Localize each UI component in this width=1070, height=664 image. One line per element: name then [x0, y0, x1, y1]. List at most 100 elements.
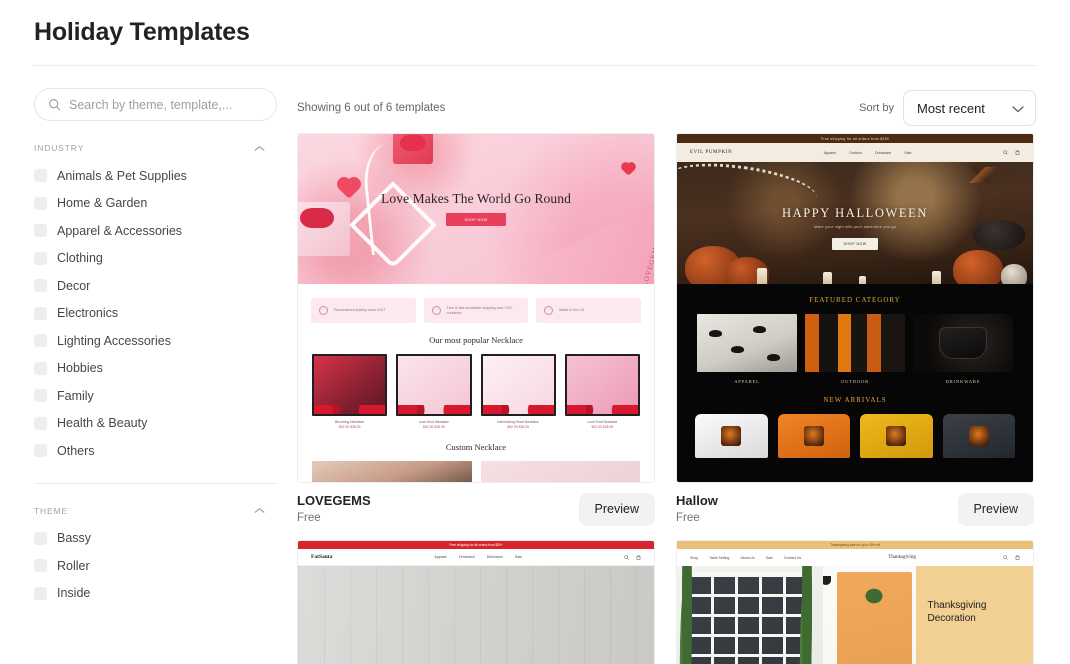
- filter-option-animals-pet-supplies[interactable]: Animals & Pet Supplies: [34, 162, 277, 190]
- template-meta: LOVEGEMS Free: [297, 492, 371, 526]
- sort-control: Sort by Most recent: [859, 90, 1036, 126]
- garland-vine-graphic: [677, 566, 697, 664]
- heart-icon: [622, 163, 635, 176]
- lovegems-feature-text: Free & fast worldwide shipping over 100+…: [446, 306, 513, 315]
- filter-option-hobbies[interactable]: Hobbies: [34, 355, 277, 383]
- nav-link: Drinkware: [486, 555, 503, 560]
- filter-option-home-garden[interactable]: Home & Garden: [34, 190, 277, 218]
- checkbox[interactable]: [34, 334, 47, 348]
- lovegems-preview: LOVEGEMS Love Makes The World Go Round S…: [298, 134, 654, 482]
- preview-button[interactable]: Preview: [957, 492, 1034, 526]
- lovegems-product-row: Blooming Necklace $52.95 $38.95 Love Kno…: [298, 354, 654, 431]
- template-card-lovegems[interactable]: LOVEGEMS Love Makes The World Go Round S…: [297, 133, 655, 526]
- lovegems-product: Love Knot Necklace $52.95 $38.95: [564, 354, 640, 430]
- filter-option-clothing[interactable]: Clothing: [34, 245, 277, 273]
- bat-icon: [753, 326, 766, 333]
- thanksgiving-preview: Thanksgiving sale for up to 40% off Shop…: [677, 541, 1033, 664]
- checkbox[interactable]: [34, 361, 47, 375]
- nav-link: Ornament: [458, 555, 475, 560]
- filter-option-others[interactable]: Others: [34, 437, 277, 465]
- pumpkin-graphic: [953, 250, 1003, 284]
- filter-option-decor[interactable]: Decor: [34, 272, 277, 300]
- product-image: [396, 354, 472, 416]
- filter-option-label: Health & Beauty: [57, 416, 148, 431]
- hallow-hero-title: HAPPY HALLOWEEN: [781, 206, 929, 220]
- template-card-footer: LOVEGEMS Free Preview: [297, 483, 655, 526]
- preview-button[interactable]: Preview: [578, 492, 655, 526]
- window-scene: [677, 566, 823, 664]
- filter-option-label: Lighting Accessories: [57, 333, 171, 348]
- search-input[interactable]: [69, 97, 263, 112]
- window-panes: [690, 577, 804, 664]
- ribbon-graphic: LOVEGEMS: [525, 200, 654, 284]
- checkbox[interactable]: [34, 389, 47, 403]
- search-icon: [1003, 150, 1008, 155]
- category-label: OUTDOOR: [840, 379, 870, 384]
- search-box[interactable]: [34, 88, 277, 121]
- hallow-preview: Free shipping for all orders from $250 E…: [677, 134, 1033, 482]
- checkbox[interactable]: [34, 416, 47, 430]
- chevron-up-icon[interactable]: [254, 507, 265, 514]
- chevron-up-icon[interactable]: [254, 145, 265, 152]
- thanksgiving-navbar: Shop Table Setting About Us Sale Contact…: [677, 549, 1033, 567]
- cart-icon: [636, 554, 641, 560]
- product-image: [480, 354, 556, 416]
- checkbox[interactable]: [34, 586, 47, 600]
- checkbox[interactable]: [34, 224, 47, 238]
- checkbox[interactable]: [34, 531, 47, 545]
- filter-option-apparel-accessories[interactable]: Apparel & Accessories: [34, 217, 277, 245]
- filter-option-lighting-accessories[interactable]: Lighting Accessories: [34, 327, 277, 355]
- body-wrapper: INDUSTRY Animals & Pet Supplies Home & G…: [0, 66, 1070, 664]
- product-price: $52.95 $38.95: [507, 425, 529, 430]
- template-grid: LOVEGEMS Love Makes The World Go Round S…: [297, 133, 1036, 664]
- hallow-hero: HAPPY HALLOWEEN Make your night with you…: [677, 162, 1033, 284]
- template-card-thanksgiving[interactable]: Thanksgiving sale for up to 40% off Shop…: [676, 540, 1034, 664]
- filter-option-health-beauty[interactable]: Health & Beauty: [34, 410, 277, 438]
- filter-option-bassy[interactable]: Bassy: [34, 525, 277, 553]
- category-image: [913, 314, 1013, 372]
- hallow-arrivals-heading: NEW ARRIVALS: [823, 396, 887, 404]
- filter-header-theme[interactable]: THEME: [34, 506, 277, 516]
- print-graphic: [886, 426, 907, 446]
- lovegems-product: Blooming Necklace $52.95 $38.95: [312, 354, 388, 430]
- filter-option-electronics[interactable]: Electronics: [34, 300, 277, 328]
- checkbox[interactable]: [34, 444, 47, 458]
- page-header: Holiday Templates: [0, 0, 1070, 47]
- filter-header-industry[interactable]: INDUSTRY: [34, 143, 277, 153]
- template-card-footer: Hallow Free Preview: [676, 483, 1034, 526]
- checkbox[interactable]: [34, 196, 47, 210]
- chevron-down-icon[interactable]: [1012, 101, 1024, 116]
- filter-option-label: Animals & Pet Supplies: [57, 168, 187, 183]
- search-icon: [48, 98, 61, 111]
- template-thumbnail[interactable]: Thanksgiving sale for up to 40% off Shop…: [676, 540, 1034, 664]
- lovegems-custom-row: [298, 461, 654, 482]
- template-card-hallow[interactable]: Free shipping for all orders from $250 E…: [676, 133, 1034, 526]
- template-card-fatsanta[interactable]: Free shipping for all orders from $50+ F…: [297, 540, 655, 664]
- filter-option-roller[interactable]: Roller: [34, 552, 277, 580]
- checkbox[interactable]: [34, 279, 47, 293]
- lovegems-popular-heading: Our most popular Necklace: [298, 323, 654, 354]
- template-thumbnail[interactable]: Free shipping for all orders from $50+ F…: [297, 540, 655, 664]
- template-thumbnail[interactable]: LOVEGEMS Love Makes The World Go Round S…: [297, 133, 655, 483]
- template-name: LOVEGEMS: [297, 493, 371, 508]
- filter-option-label: Others: [57, 443, 95, 458]
- nav-link: Table Setting: [709, 555, 730, 560]
- hallow-arrivals-row: [677, 414, 1033, 458]
- nav-link: About Us: [740, 555, 755, 560]
- lovegems-product: Interlocking Heart Necklace $52.95 $38.9…: [480, 354, 556, 430]
- filter-option-label: Hobbies: [57, 361, 103, 376]
- template-thumbnail[interactable]: Free shipping for all orders from $250 E…: [676, 133, 1034, 483]
- fatsanta-logo: FatSanta: [311, 554, 333, 561]
- heart-decor: [398, 405, 470, 414]
- sort-select[interactable]: Most recent: [903, 90, 1036, 126]
- checkbox[interactable]: [34, 559, 47, 573]
- checkbox[interactable]: [34, 169, 47, 183]
- filter-option-family[interactable]: Family: [34, 382, 277, 410]
- filter-option-inside[interactable]: Inside: [34, 580, 277, 608]
- lovegems-product: Love Knot Necklace $52.95 $38.95: [396, 354, 472, 430]
- candle-graphic: [823, 272, 832, 284]
- lovegems-feature-text: Made in the US: [559, 308, 585, 313]
- filter-sidebar: INDUSTRY Animals & Pet Supplies Home & G…: [34, 66, 277, 664]
- checkbox[interactable]: [34, 306, 47, 320]
- checkbox[interactable]: [34, 251, 47, 265]
